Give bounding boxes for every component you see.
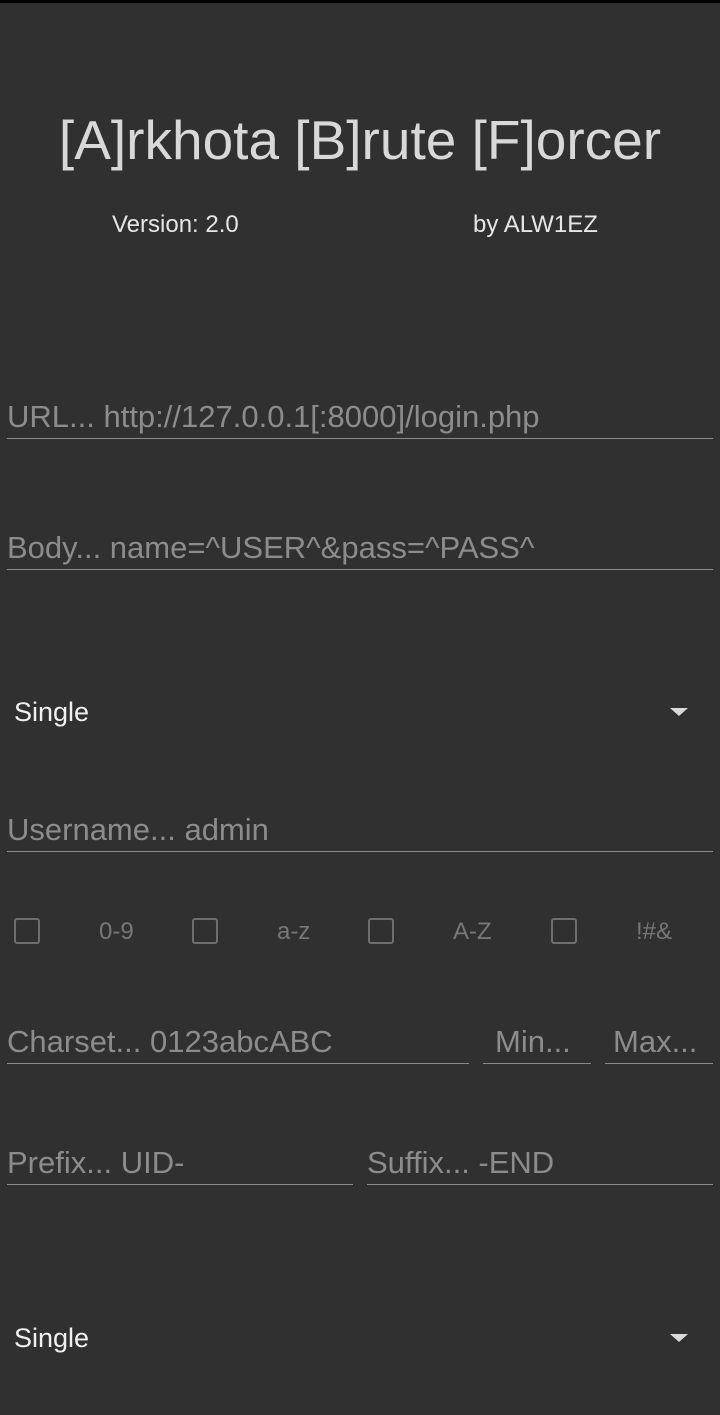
checkbox-symbols[interactable]	[551, 918, 577, 944]
prefix-field-container	[7, 1141, 353, 1185]
author-label: by ALW1EZ	[473, 211, 598, 238]
password-mode-dropdown[interactable]: Single	[14, 1318, 694, 1358]
dropdown-arrow-icon	[670, 708, 688, 716]
min-length-input[interactable]	[495, 1020, 591, 1063]
checkbox-uppercase-label: A-Z	[453, 918, 492, 945]
checkbox-lowercase-label: a-z	[277, 918, 311, 945]
checkbox-uppercase[interactable]	[368, 918, 394, 944]
checkbox-lowercase[interactable]	[192, 918, 218, 944]
prefix-input[interactable]	[7, 1141, 353, 1184]
max-length-input[interactable]	[613, 1020, 713, 1063]
charset-field-container	[7, 1020, 469, 1064]
password-mode-value: Single	[14, 1322, 90, 1353]
version-label: Version: 2.0	[112, 211, 239, 238]
suffix-field-container	[367, 1141, 713, 1185]
username-mode-dropdown[interactable]: Single	[14, 692, 694, 732]
body-field-container	[7, 526, 713, 570]
top-border	[0, 0, 720, 3]
checkbox-digits[interactable]	[14, 918, 40, 944]
url-field-container	[7, 395, 713, 439]
checkbox-symbols-label: !#&	[636, 918, 673, 945]
url-input[interactable]	[7, 395, 713, 438]
app-title: [A]rkhota [B]rute [F]orcer	[58, 109, 662, 171]
username-field-container	[7, 808, 713, 852]
max-field-container	[605, 1020, 713, 1064]
dropdown-arrow-icon	[670, 1334, 688, 1342]
checkbox-digits-label: 0-9	[99, 918, 134, 945]
charset-input[interactable]	[7, 1020, 469, 1063]
username-mode-value: Single	[14, 696, 90, 727]
username-input[interactable]	[7, 808, 713, 851]
body-input[interactable]	[7, 526, 713, 569]
suffix-input[interactable]	[367, 1141, 713, 1184]
min-field-container	[483, 1020, 591, 1064]
